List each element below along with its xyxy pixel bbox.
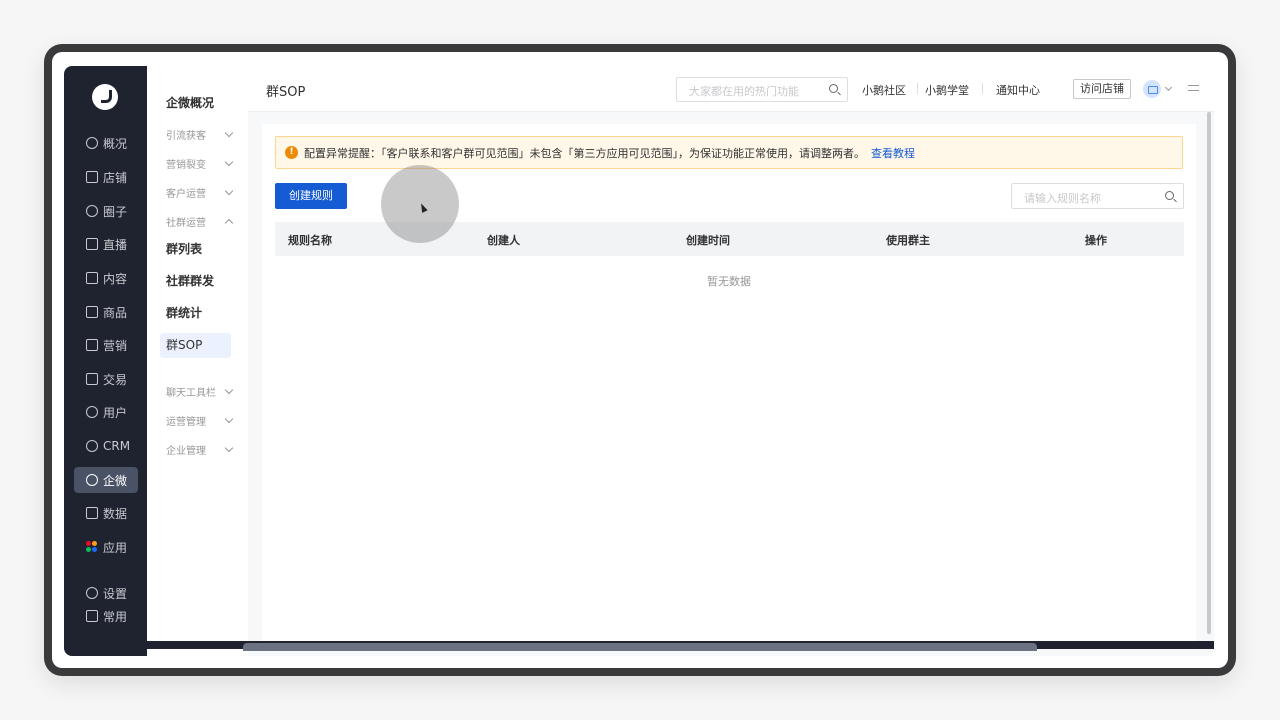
live-icon: [86, 238, 98, 250]
rail-item-live[interactable]: 直播: [74, 231, 138, 257]
scrollbar[interactable]: [1207, 112, 1211, 634]
store-icon: [86, 171, 98, 183]
apps-icon: [86, 541, 98, 553]
chevron-down-icon[interactable]: [1164, 83, 1173, 92]
subnav-title[interactable]: 企微概况: [166, 94, 214, 111]
secondary-sidebar: 企微概况 引流获客 营销裂变 客户运营 社群运营 群列表 社群群发 群统计 群S…: [147, 66, 248, 656]
rail-item-wecom[interactable]: 企微: [74, 467, 138, 493]
top-bar: 群SOP 大家都在用的热门功能 小鹅社区 小鹅学堂 通知中心 访问店铺: [248, 66, 1214, 112]
rail-item-content[interactable]: 内容: [74, 265, 138, 291]
settings-icon: [86, 587, 98, 599]
divider: [982, 83, 983, 94]
rail-item-common[interactable]: 常用: [74, 603, 138, 629]
rail-item-circle[interactable]: 圈子: [74, 198, 138, 224]
rail-item-store[interactable]: 店铺: [74, 164, 138, 190]
column-actions: 操作: [1085, 234, 1107, 247]
config-warning-alert: ! 配置异常提醒：「客户联系和客户群可见范围」未包含「第三方应用可见范围」，为保…: [275, 136, 1183, 169]
logo-icon[interactable]: [92, 84, 118, 110]
data-icon: [86, 507, 98, 519]
column-rule-name: 规则名称: [288, 234, 332, 247]
main-sidebar: 概况 店铺 圈子 直播 内容 商品 营销 交易 用户 CRM 企微 数据 应用 …: [64, 66, 147, 656]
rail-item-overview[interactable]: 概况: [74, 130, 138, 156]
chevron-down-icon: [224, 186, 234, 196]
visit-store-button[interactable]: 访问店铺: [1073, 79, 1131, 99]
list-icon: [86, 610, 98, 622]
rail-item-marketing[interactable]: 营销: [74, 332, 138, 358]
column-created-time: 创建时间: [686, 234, 730, 247]
rail-item-crm[interactable]: CRM: [74, 433, 138, 459]
subnav-group-lead[interactable]: 引流获客: [166, 127, 234, 142]
rail-item-apps[interactable]: 应用: [74, 534, 138, 560]
empty-state-text: 暂无数据: [707, 275, 751, 288]
link-notifications[interactable]: 通知中心: [996, 82, 1040, 98]
document-icon: [86, 272, 98, 284]
chevron-down-icon: [224, 414, 234, 424]
dock: [243, 643, 1037, 651]
bag-icon: [86, 306, 98, 318]
subnav-link-group-stats[interactable]: 群统计: [160, 301, 231, 326]
chevron-down-icon: [224, 157, 234, 167]
pie-chart-icon: [86, 137, 98, 149]
link-academy[interactable]: 小鹅学堂: [925, 82, 969, 98]
subnav-group-enterprise[interactable]: 企业管理: [166, 442, 234, 457]
rail-item-user[interactable]: 用户: [74, 399, 138, 425]
user-icon: [86, 406, 98, 418]
page-title: 群SOP: [266, 85, 306, 100]
rule-search-input[interactable]: 请输入规则名称: [1011, 183, 1184, 209]
create-rule-button[interactable]: 创建规则: [275, 183, 347, 209]
subnav-group-community[interactable]: 社群运营: [166, 214, 234, 229]
subnav-link-group-list[interactable]: 群列表: [160, 237, 231, 262]
trade-icon: [86, 373, 98, 385]
crm-icon: [86, 440, 98, 452]
column-group-owner: 使用群主: [886, 234, 930, 247]
divider: [917, 83, 918, 94]
rail-item-goods[interactable]: 商品: [74, 299, 138, 325]
subnav-group-fission[interactable]: 营销裂变: [166, 156, 234, 171]
avatar[interactable]: [1143, 80, 1161, 98]
rail-item-trade[interactable]: 交易: [74, 366, 138, 392]
app-window: 概况 店铺 圈子 直播 内容 商品 营销 交易 用户 CRM 企微 数据 应用 …: [64, 66, 1214, 656]
subnav-link-group-sop[interactable]: 群SOP: [160, 333, 231, 358]
chevron-up-icon: [224, 218, 234, 228]
chevron-down-icon: [224, 443, 234, 453]
rail-item-data[interactable]: 数据: [74, 500, 138, 526]
megaphone-icon: [86, 339, 98, 351]
subnav-group-chat-toolbar[interactable]: 聊天工具栏: [166, 384, 234, 399]
chevron-down-icon: [224, 128, 234, 138]
screen: 概况 店铺 圈子 直播 内容 商品 营销 交易 用户 CRM 企微 数据 应用 …: [52, 52, 1228, 668]
wecom-icon: [86, 474, 98, 486]
warning-icon: !: [285, 146, 298, 159]
subnav-link-group-broadcast[interactable]: 社群群发: [160, 269, 231, 294]
chevron-down-icon: [224, 385, 234, 395]
tutorial-link[interactable]: 查看教程: [871, 145, 915, 161]
column-creator: 创建人: [487, 234, 520, 247]
group-icon: [86, 205, 98, 217]
link-community[interactable]: 小鹅社区: [862, 82, 906, 98]
subnav-group-operation[interactable]: 运营管理: [166, 413, 234, 428]
search-icon[interactable]: [1165, 191, 1174, 200]
global-search-input[interactable]: 大家都在用的热门功能: [676, 77, 848, 102]
search-icon[interactable]: [829, 84, 838, 93]
swap-icon[interactable]: [1188, 82, 1200, 94]
subnav-group-customer[interactable]: 客户运营: [166, 185, 234, 200]
